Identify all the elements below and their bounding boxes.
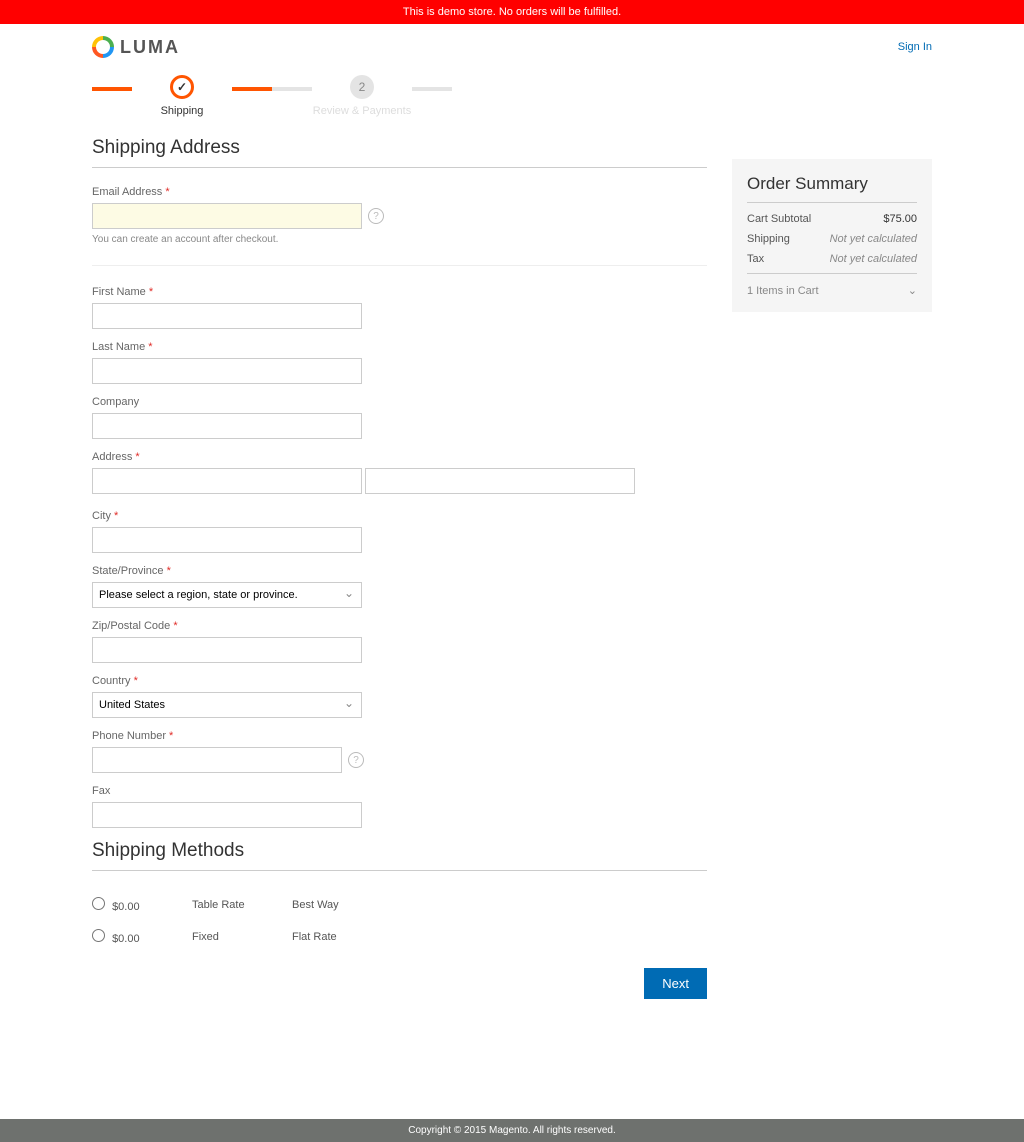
shipping-cost-label: Shipping (747, 233, 790, 245)
progress-bar-2 (232, 87, 272, 91)
firstname-field[interactable] (92, 303, 362, 329)
signin-link[interactable]: Sign In (898, 41, 932, 53)
tax-value: Not yet calculated (830, 253, 917, 265)
fax-field[interactable] (92, 802, 362, 828)
email-note: You can create an account after checkout… (92, 234, 707, 245)
shipping-method-2[interactable]: $0.00 Fixed Flat Rate (92, 921, 707, 953)
chevron-down-icon: ⌄ (908, 284, 917, 297)
step-review-label: Review & Payments (312, 105, 412, 117)
order-summary: Order Summary Cart Subtotal $75.00 Shipp… (732, 159, 932, 312)
step-shipping[interactable]: Shipping (132, 75, 232, 117)
company-field[interactable] (92, 413, 362, 439)
zip-field[interactable] (92, 637, 362, 663)
shipping-address-title: Shipping Address (92, 137, 707, 168)
progress-bar-4 (412, 87, 452, 91)
address-field-1[interactable] (92, 468, 362, 494)
shipping-cost-value: Not yet calculated (830, 233, 917, 245)
firstname-label: First Name (92, 286, 707, 298)
ship-radio-2[interactable] (92, 929, 105, 942)
email-label: Email Address (92, 186, 707, 198)
lastname-label: Last Name (92, 341, 707, 353)
company-label: Company (92, 396, 707, 408)
fax-label: Fax (92, 785, 707, 797)
subtotal-label: Cart Subtotal (747, 213, 811, 225)
ship-carrier-1: Table Rate (192, 899, 272, 911)
shipping-methods-title: Shipping Methods (92, 840, 707, 871)
shipping-method-1[interactable]: $0.00 Table Rate Best Way (92, 889, 707, 921)
address-label: Address (92, 451, 707, 463)
summary-title: Order Summary (747, 174, 917, 203)
phone-field[interactable] (92, 747, 342, 773)
cart-items-label: 1 Items in Cart (747, 285, 819, 297)
divider-1 (92, 265, 707, 266)
country-label: Country (92, 675, 707, 687)
city-label: City (92, 510, 707, 522)
subtotal-value: $75.00 (883, 213, 917, 225)
step-review-circle: 2 (350, 75, 374, 99)
address-field-2[interactable] (365, 468, 635, 494)
step-shipping-label: Shipping (132, 105, 232, 117)
phone-label: Phone Number (92, 730, 707, 742)
checkout-progress: Shipping 2 Review & Payments (92, 75, 932, 117)
zip-label: Zip/Postal Code (92, 620, 707, 632)
step-shipping-circle (170, 75, 194, 99)
ship-carrier-2: Fixed (192, 931, 272, 943)
ship-price-2: $0.00 (112, 933, 140, 945)
ship-price-1: $0.00 (112, 901, 140, 913)
next-button[interactable]: Next (644, 968, 707, 999)
city-field[interactable] (92, 527, 362, 553)
footer: Copyright © 2015 Magento. All rights res… (0, 1119, 1024, 1142)
logo[interactable]: LUMA (92, 36, 180, 58)
tax-label: Tax (747, 253, 764, 265)
ship-radio-1[interactable] (92, 897, 105, 910)
progress-bar-1 (92, 87, 132, 91)
ship-title-2: Flat Rate (292, 931, 372, 943)
progress-bar-3 (272, 87, 312, 91)
state-label: State/Province (92, 565, 707, 577)
brand-name: LUMA (120, 37, 180, 58)
phone-tooltip-icon[interactable]: ? (348, 752, 364, 768)
country-select[interactable]: United States (92, 692, 362, 718)
ship-title-1: Best Way (292, 899, 372, 911)
lastname-field[interactable] (92, 358, 362, 384)
logo-icon (92, 36, 114, 58)
cart-items-toggle[interactable]: 1 Items in Cart ⌄ (747, 273, 917, 297)
state-select[interactable]: Please select a region, state or provinc… (92, 582, 362, 608)
email-field[interactable] (92, 203, 362, 229)
email-tooltip-icon[interactable]: ? (368, 208, 384, 224)
step-review[interactable]: 2 Review & Payments (312, 75, 412, 117)
demo-banner: This is demo store. No orders will be fu… (0, 0, 1024, 24)
